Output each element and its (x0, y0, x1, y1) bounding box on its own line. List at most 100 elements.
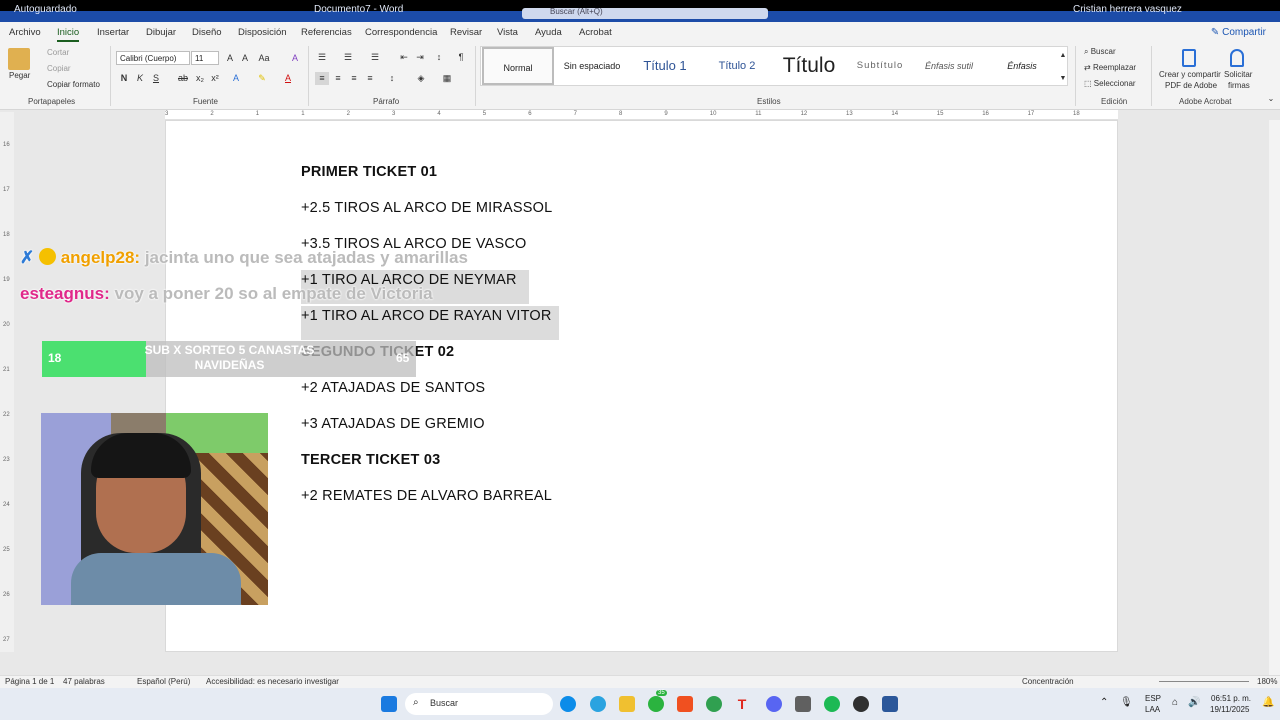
brave-icon[interactable] (677, 696, 693, 712)
notifications-icon[interactable]: 🔔 (1262, 697, 1274, 708)
format-painter-button[interactable]: Copiar formato (47, 80, 100, 89)
change-case-icon[interactable]: Aa (257, 52, 271, 65)
shading-icon[interactable]: ◈ (414, 72, 428, 85)
tab-vista[interactable]: Vista (497, 27, 518, 38)
calculator-icon[interactable] (795, 696, 811, 712)
tab-inicio[interactable]: Inicio (57, 27, 80, 42)
doc-line[interactable]: +2 ATAJADAS DE SANTOS (301, 380, 485, 396)
windows-start-icon[interactable] (381, 696, 397, 712)
volume-icon[interactable]: 🔊 (1188, 697, 1200, 708)
style-emphasis[interactable]: Énfasis (986, 47, 1058, 85)
font-family-select[interactable]: Calibri (Cuerpo) (116, 51, 190, 65)
shrink-font-icon[interactable]: A (238, 52, 252, 65)
align-left-icon[interactable]: ≡ (315, 72, 329, 85)
doc-line[interactable]: PRIMER TICKET 01 (301, 164, 437, 180)
font-size-select[interactable]: 11 (191, 51, 219, 65)
doc-line[interactable]: +1 TIRO AL ARCO DE RAYAN VITOR (301, 308, 552, 324)
style-heading-1[interactable]: Título 1 (629, 47, 701, 85)
tab-referencias[interactable]: Referencias (301, 27, 352, 38)
text-effects-icon[interactable]: A (229, 72, 243, 85)
zoom-level[interactable]: 180% (1257, 677, 1277, 686)
discord-icon[interactable] (766, 696, 782, 712)
align-center-icon[interactable]: ≡ (331, 72, 345, 85)
obs-icon[interactable] (853, 696, 869, 712)
input-language-2[interactable]: LAA (1145, 705, 1160, 714)
style-subtle-emphasis[interactable]: Énfasis sutil (913, 47, 985, 85)
paste-icon[interactable] (8, 48, 30, 70)
italic-icon[interactable]: K (133, 72, 147, 85)
tab-diseno[interactable]: Diseño (192, 27, 222, 38)
tab-disposicion[interactable]: Disposición (238, 27, 287, 38)
strikethrough-icon[interactable]: ab (176, 72, 190, 85)
justify-icon[interactable]: ≡ (363, 72, 377, 85)
underline-icon[interactable]: S (149, 72, 163, 85)
line-spacing-icon[interactable]: ↕ (385, 72, 399, 85)
microphone-icon[interactable]: 🎙 (1120, 697, 1133, 708)
collapse-ribbon-icon[interactable]: ⌄ (1264, 92, 1278, 105)
highlight-icon[interactable]: ✎ (255, 72, 269, 85)
create-pdf-label[interactable]: Crear y compartir (1159, 70, 1221, 79)
style-heading-2[interactable]: Título 2 (701, 47, 773, 85)
doc-line[interactable]: +3 ATAJADAS DE GREMIO (301, 416, 485, 432)
replace-button[interactable]: ⇄ Reemplazar (1084, 63, 1136, 72)
subscript-icon[interactable]: x₂ (193, 72, 207, 85)
request-signatures-label-2[interactable]: firmas (1228, 81, 1250, 90)
tab-acrobat[interactable]: Acrobat (579, 27, 612, 38)
search-box[interactable]: Buscar (Alt+Q) (522, 7, 768, 19)
select-button[interactable]: ⬚ Seleccionar (1084, 79, 1136, 88)
cut-button[interactable]: Cortar (47, 48, 69, 57)
increase-indent-icon[interactable]: ⇥ (413, 51, 427, 64)
tab-dibujar[interactable]: Dibujar (146, 27, 176, 38)
grow-font-icon[interactable]: A (223, 52, 237, 65)
request-signatures-icon[interactable] (1230, 49, 1244, 67)
word-icon[interactable] (882, 696, 898, 712)
request-signatures-label[interactable]: Solicitar (1224, 70, 1252, 79)
clear-format-icon[interactable]: A (288, 52, 302, 65)
clock-time[interactable]: 06:51 p. m. (1211, 694, 1251, 703)
multilevel-list-icon[interactable]: ☰ (368, 51, 382, 64)
tab-ayuda[interactable]: Ayuda (535, 27, 562, 38)
whatsapp-icon[interactable]: 35 (648, 690, 667, 712)
tab-revisar[interactable]: Revisar (450, 27, 482, 38)
align-right-icon[interactable]: ≡ (347, 72, 361, 85)
tab-archivo[interactable]: Archivo (9, 27, 41, 38)
word-count[interactable]: 47 palabras (63, 677, 105, 686)
doc-line[interactable]: +2 REMATES DE ALVARO BARREAL (301, 488, 552, 504)
paste-label[interactable]: Pegar (9, 71, 30, 80)
style-title[interactable]: Título (773, 47, 845, 85)
superscript-icon[interactable]: x² (208, 72, 222, 85)
decrease-indent-icon[interactable]: ⇤ (397, 51, 411, 64)
style-no-spacing[interactable]: Sin espaciado (556, 47, 628, 85)
bullets-icon[interactable]: ☰ (315, 51, 329, 64)
file-explorer-icon[interactable] (619, 696, 635, 712)
zoom-slider[interactable] (1159, 681, 1249, 682)
style-normal[interactable]: Normal (482, 47, 554, 85)
spotify-icon[interactable] (824, 696, 840, 712)
copy-button[interactable]: Copiar (47, 64, 71, 73)
clock-date[interactable]: 19/11/2025 (1210, 705, 1249, 714)
share-button[interactable]: ✎ Compartir (1211, 27, 1266, 38)
telegram-icon[interactable] (590, 696, 606, 712)
styles-scroll-up-icon[interactable]: ▲ (1056, 49, 1070, 62)
show-marks-icon[interactable]: ¶ (454, 51, 468, 64)
tab-correspondencia[interactable]: Correspondencia (365, 27, 437, 38)
page-count[interactable]: Página 1 de 1 (5, 677, 54, 686)
tab-insertar[interactable]: Insertar (97, 27, 129, 38)
accessibility-status[interactable]: Accesibilidad: es necesario investigar (206, 677, 339, 686)
taskbar-search[interactable]: ⌕ Buscar (405, 693, 553, 715)
font-color-icon[interactable]: A (281, 72, 295, 85)
borders-icon[interactable]: ▦ (440, 72, 454, 85)
vertical-scrollbar[interactable] (1269, 120, 1280, 675)
bold-icon[interactable]: N (117, 72, 131, 85)
network-icon[interactable]: ⌂ (1172, 697, 1178, 708)
styles-more-icon[interactable]: ▼ (1056, 72, 1070, 85)
doc-line[interactable]: +2.5 TIROS AL ARCO DE MIRASSOL (301, 200, 552, 216)
language[interactable]: Español (Perú) (137, 677, 190, 686)
app-t-icon[interactable]: T (734, 696, 750, 712)
sort-icon[interactable]: ↕ (432, 51, 446, 64)
tray-chevron-icon[interactable]: ⌃ (1100, 697, 1108, 708)
style-subtitle[interactable]: Subtítulo (844, 47, 916, 85)
focus-mode[interactable]: Concentración (1022, 677, 1074, 686)
doc-line[interactable]: TERCER TICKET 03 (301, 452, 440, 468)
chrome-icon[interactable] (706, 696, 722, 712)
